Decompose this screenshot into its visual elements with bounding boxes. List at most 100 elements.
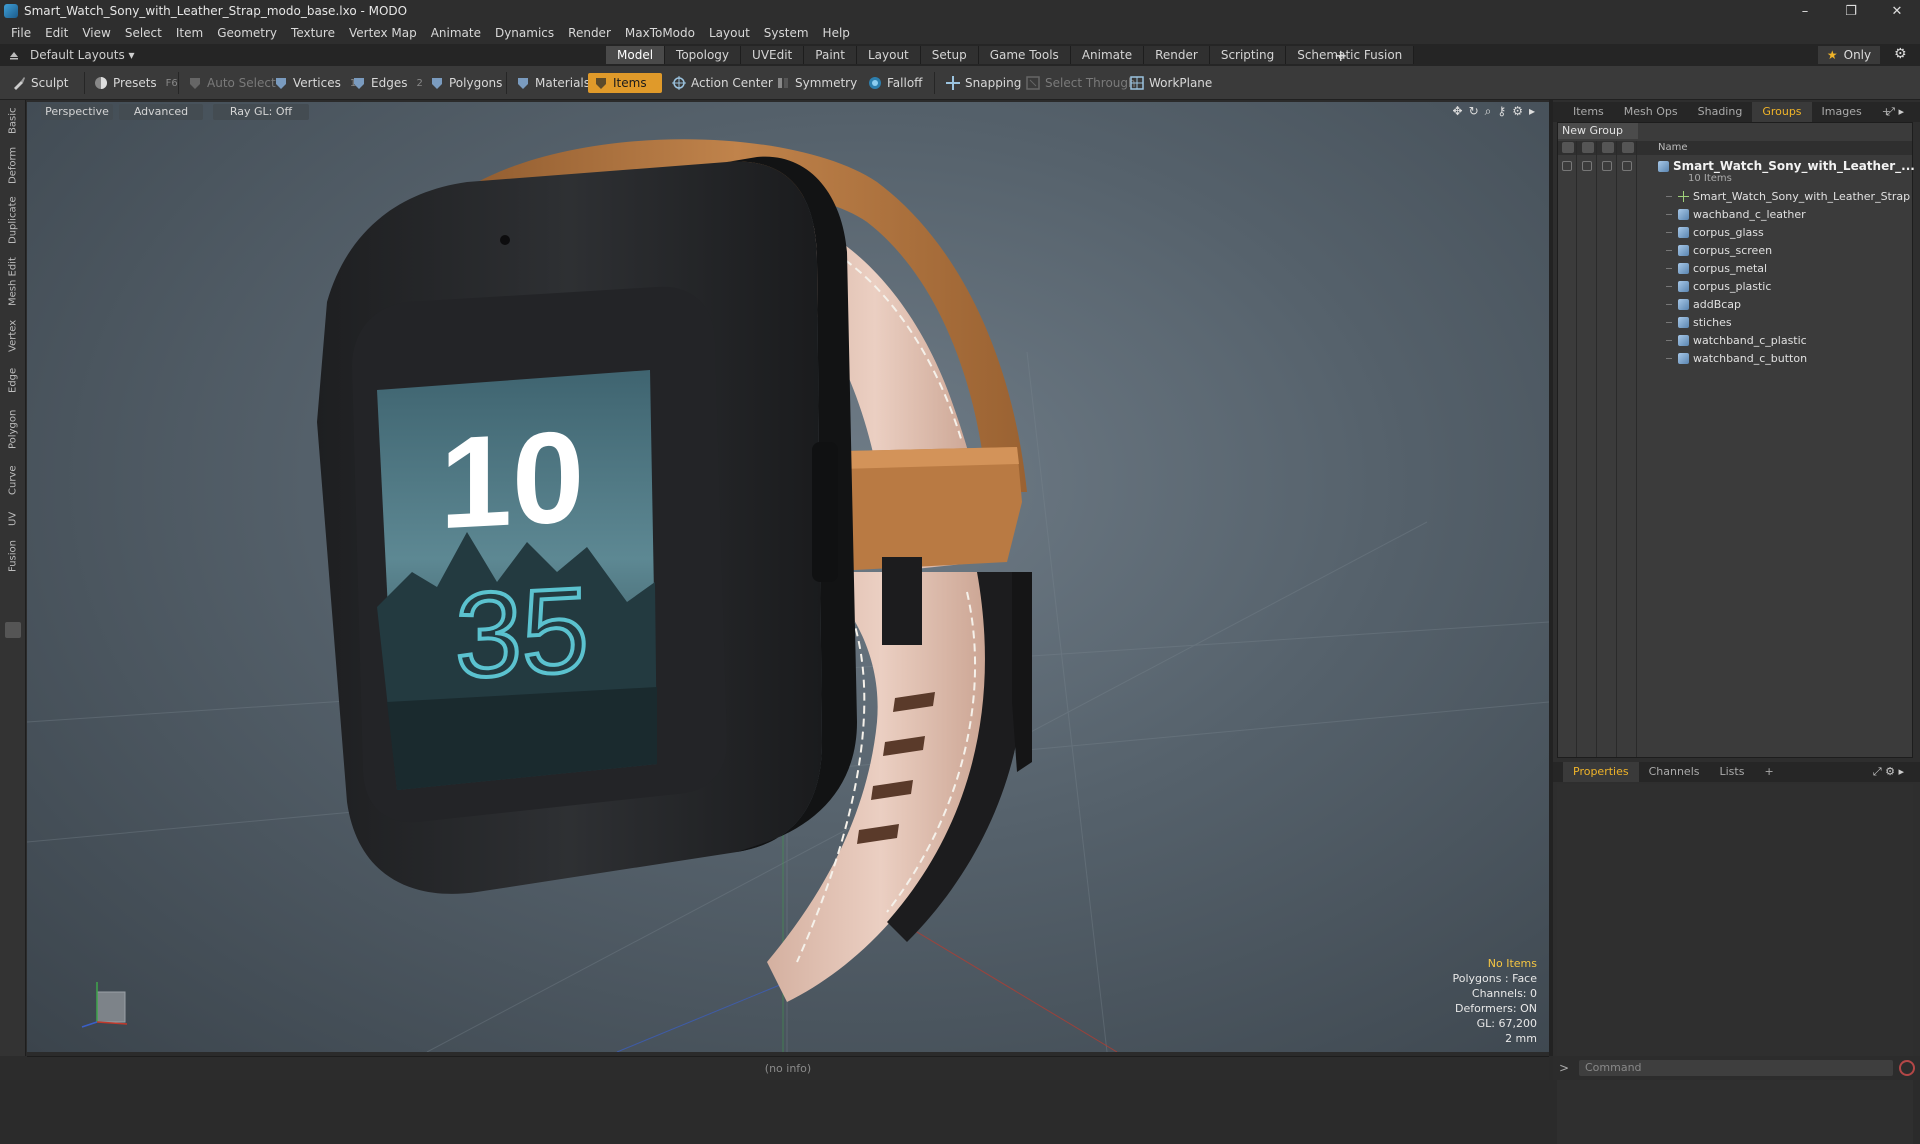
left-tab-mesh-edit[interactable]: Mesh Edit bbox=[4, 254, 22, 310]
menu-maxtomodo[interactable]: MaxToModo bbox=[618, 26, 702, 40]
falloff-button[interactable]: Falloff bbox=[862, 73, 928, 93]
menu-help[interactable]: Help bbox=[816, 26, 857, 40]
menu-edit[interactable]: Edit bbox=[38, 26, 75, 40]
tab-images[interactable]: Images bbox=[1812, 102, 1872, 122]
items-button[interactable]: Items bbox=[588, 73, 662, 93]
zoom-view-icon[interactable]: ⌕ bbox=[1485, 104, 1492, 119]
lock-column-icon[interactable] bbox=[1602, 142, 1614, 153]
tab-groups[interactable]: Groups bbox=[1752, 102, 1812, 122]
tab-properties[interactable]: Properties bbox=[1563, 762, 1639, 782]
props-settings-icon[interactable]: ⤢ ⚙ ▸ bbox=[1863, 762, 1914, 782]
add-props-tab-button[interactable]: + bbox=[1754, 762, 1783, 782]
list-item[interactable]: corpus_screen bbox=[1558, 241, 1912, 259]
menu-dynamics[interactable]: Dynamics bbox=[488, 26, 561, 40]
tab-channels[interactable]: Channels bbox=[1639, 762, 1710, 782]
left-tab-curve[interactable]: Curve bbox=[4, 460, 22, 500]
group-row[interactable]: Smart_Watch_Sony_with_Leather_... bbox=[1558, 157, 1915, 175]
menu-file[interactable]: File bbox=[4, 26, 38, 40]
layout-selector-label[interactable]: Default Layouts ▾ bbox=[30, 48, 135, 62]
left-tab-basic[interactable]: Basic bbox=[4, 104, 22, 138]
tab-game-tools[interactable]: Game Tools bbox=[978, 46, 1071, 64]
left-tab-fusion[interactable]: Fusion bbox=[4, 536, 22, 576]
snapping-button[interactable]: Snapping bbox=[940, 73, 1027, 93]
visibility-column-icon[interactable] bbox=[1562, 142, 1574, 153]
menu-animate[interactable]: Animate bbox=[424, 26, 488, 40]
only-toggle[interactable]: ★ Only bbox=[1818, 46, 1880, 64]
tab-model[interactable]: Model bbox=[606, 46, 666, 64]
render-column-icon[interactable] bbox=[1582, 142, 1594, 153]
clear-command-icon[interactable] bbox=[1899, 1060, 1915, 1076]
auto-select-button[interactable]: Auto Select bbox=[182, 73, 282, 93]
advanced-button[interactable]: Advanced bbox=[119, 104, 203, 120]
list-item[interactable]: Smart_Watch_Sony_with_Leather_Strap bbox=[1558, 187, 1912, 205]
action-center-button[interactable]: Action Center bbox=[666, 73, 779, 93]
list-item[interactable]: watchband_c_button bbox=[1558, 349, 1912, 367]
polygons-button[interactable]: Polygons bbox=[424, 73, 508, 93]
tab-schematic-fusion[interactable]: Schematic Fusion bbox=[1286, 46, 1415, 64]
close-button[interactable]: ✕ bbox=[1874, 0, 1920, 22]
menu-system[interactable]: System bbox=[757, 26, 816, 40]
list-item[interactable]: stiches bbox=[1558, 313, 1912, 331]
menu-item[interactable]: Item bbox=[169, 26, 210, 40]
menu-view[interactable]: View bbox=[75, 26, 117, 40]
menu-vertex-map[interactable]: Vertex Map bbox=[342, 26, 424, 40]
ray-gl-button[interactable]: Ray GL: Off bbox=[213, 104, 309, 120]
left-tab-vertex[interactable]: Vertex bbox=[4, 316, 22, 356]
left-tab-duplicate[interactable]: Duplicate bbox=[4, 192, 22, 248]
render-toggle-icon[interactable] bbox=[1582, 161, 1592, 171]
select-toggle-icon[interactable] bbox=[1622, 161, 1632, 171]
scene-render[interactable]: 10 35 bbox=[27, 102, 1549, 1052]
restore-button[interactable]: ❐ bbox=[1828, 0, 1874, 22]
key-icon[interactable]: ⚷ bbox=[1497, 104, 1506, 119]
presets-button[interactable]: Presets F6 bbox=[88, 73, 184, 93]
panel-expand-icon[interactable]: ⤢ ▸ bbox=[1876, 102, 1914, 122]
list-item[interactable]: wachband_c_leather bbox=[1558, 205, 1912, 223]
list-item[interactable]: watchband_c_plastic bbox=[1558, 331, 1912, 349]
edges-button[interactable]: Edges 2 bbox=[346, 73, 429, 93]
rotate-view-icon[interactable]: ↻ bbox=[1469, 104, 1479, 119]
add-tab-button[interactable]: + bbox=[1334, 46, 1347, 65]
tab-render[interactable]: Render bbox=[1144, 46, 1210, 64]
tab-layout[interactable]: Layout bbox=[856, 46, 921, 64]
list-item[interactable]: corpus_metal bbox=[1558, 259, 1912, 277]
tab-animate[interactable]: Animate bbox=[1070, 46, 1145, 64]
menu-layout[interactable]: Layout bbox=[702, 26, 757, 40]
list-item[interactable]: addBcap bbox=[1558, 295, 1912, 313]
tab-scripting[interactable]: Scripting bbox=[1209, 46, 1287, 64]
tab-setup[interactable]: Setup bbox=[920, 46, 979, 64]
perspective-button[interactable]: Perspective bbox=[41, 104, 113, 120]
left-tab-deform[interactable]: Deform bbox=[4, 144, 22, 186]
left-tab-uv[interactable]: UV bbox=[4, 506, 22, 532]
symmetry-button[interactable]: Symmetry bbox=[770, 73, 863, 93]
list-item[interactable]: corpus_glass bbox=[1558, 223, 1912, 241]
collapse-arrow-icon[interactable] bbox=[8, 49, 20, 61]
menu-texture[interactable]: Texture bbox=[284, 26, 342, 40]
tab-lists[interactable]: Lists bbox=[1710, 762, 1755, 782]
materials-button[interactable]: Materials bbox=[510, 73, 596, 93]
select-column-icon[interactable] bbox=[1622, 142, 1634, 153]
tab-paint[interactable]: Paint bbox=[804, 46, 857, 64]
layout-selector[interactable]: Default Layouts ▾ bbox=[8, 44, 135, 66]
left-tab-edge[interactable]: Edge bbox=[4, 362, 22, 398]
eye-icon[interactable] bbox=[1562, 161, 1572, 171]
menu-geometry[interactable]: Geometry bbox=[210, 26, 284, 40]
minimize-button[interactable]: – bbox=[1782, 0, 1828, 22]
new-group-button[interactable]: New Group bbox=[1558, 123, 1638, 139]
tab-uvedit[interactable]: UVEdit bbox=[741, 46, 805, 64]
menu-select[interactable]: Select bbox=[118, 26, 169, 40]
tab-mesh-ops[interactable]: Mesh Ops bbox=[1614, 102, 1688, 122]
sculpt-button[interactable]: Sculpt bbox=[6, 73, 74, 93]
move-view-icon[interactable]: ✥ bbox=[1453, 104, 1463, 119]
name-column-header[interactable]: Name bbox=[1658, 142, 1688, 153]
3d-viewport[interactable]: 10 35 Perspective Advanced Ray GL: Off ✥… bbox=[27, 102, 1549, 1052]
viewport-settings-icon[interactable]: ⚙ bbox=[1512, 104, 1523, 119]
tab-shading[interactable]: Shading bbox=[1688, 102, 1753, 122]
left-tab-polygon[interactable]: Polygon bbox=[4, 404, 22, 454]
list-item[interactable]: corpus_plastic bbox=[1558, 277, 1912, 295]
expand-arrow-icon[interactable]: ▸ bbox=[1529, 104, 1535, 119]
command-input[interactable]: Command bbox=[1579, 1060, 1893, 1076]
tab-topology[interactable]: Topology bbox=[665, 46, 742, 64]
workplane-button[interactable]: WorkPlane bbox=[1124, 73, 1218, 93]
lock-toggle-icon[interactable] bbox=[1602, 161, 1612, 171]
tab-items[interactable]: Items bbox=[1563, 102, 1614, 122]
